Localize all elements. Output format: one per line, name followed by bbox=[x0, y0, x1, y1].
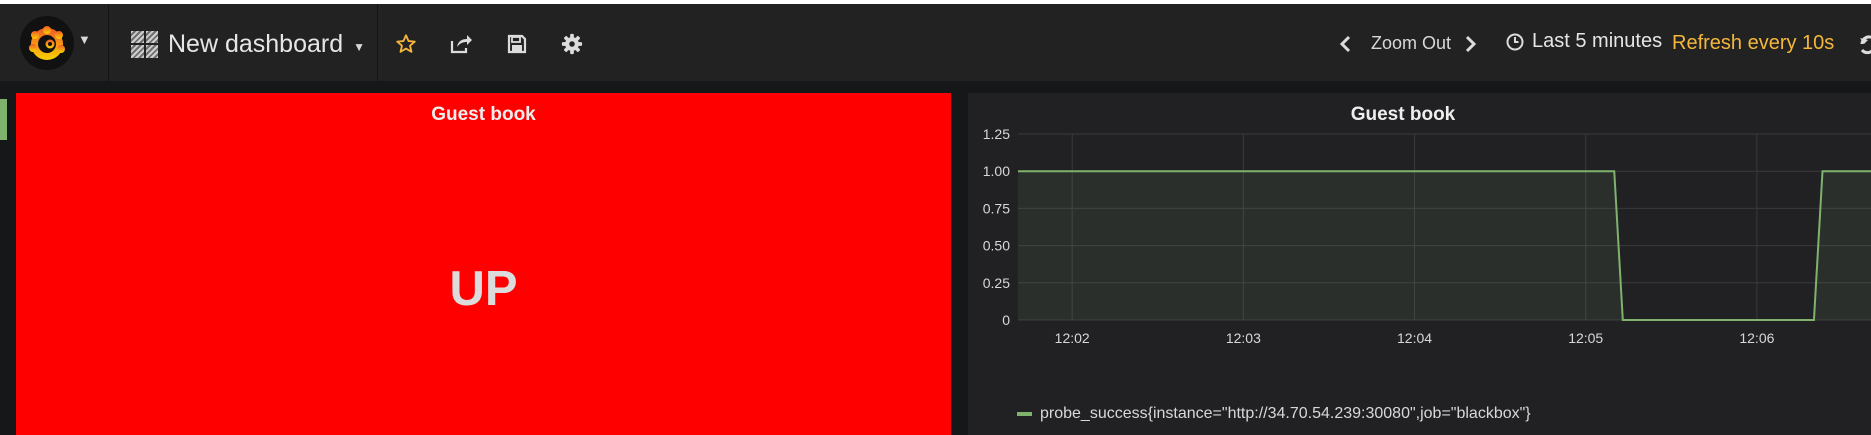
refresh-interval-label[interactable]: Refresh every 10s bbox=[1672, 32, 1834, 55]
top-navbar: ▼ New dashboard ▼ Zoom Out Last 5 minute… bbox=[0, 4, 1871, 81]
star-button[interactable] bbox=[392, 30, 420, 58]
chevron-right-icon bbox=[1465, 35, 1477, 53]
dashboard-content: Guest book UP Guest book 1.25 1.00 0.75 0.5… bbox=[0, 81, 1871, 435]
y-tick-label: 1.25 bbox=[983, 126, 1010, 142]
gear-icon bbox=[561, 33, 583, 55]
x-tick-label: 12:02 bbox=[1055, 330, 1090, 346]
stat-value: UP bbox=[449, 262, 518, 316]
dashboard-picker[interactable]: New dashboard ▼ bbox=[131, 26, 365, 62]
refresh-icon bbox=[1860, 35, 1871, 55]
row-indicator bbox=[0, 99, 7, 140]
time-range-label[interactable]: Last 5 minutes bbox=[1532, 30, 1662, 53]
x-tick-label: 12:05 bbox=[1568, 330, 1603, 346]
y-tick-label: 0 bbox=[1002, 312, 1010, 328]
panel-title[interactable]: Guest book bbox=[16, 104, 951, 126]
time-shift-back-button[interactable] bbox=[1334, 30, 1356, 58]
save-button[interactable] bbox=[503, 30, 531, 58]
star-icon bbox=[396, 34, 416, 53]
legend-series-label[interactable]: probe_success{instance="http://34.70.54.… bbox=[1040, 405, 1531, 423]
refresh-button[interactable] bbox=[1858, 30, 1871, 58]
settings-button[interactable] bbox=[558, 30, 586, 58]
time-range-picker[interactable]: Last 5 minutes bbox=[1506, 30, 1662, 53]
save-icon bbox=[507, 34, 527, 54]
zoom-out-button[interactable]: Zoom Out bbox=[1371, 33, 1451, 54]
graph-chart[interactable]: 1.25 1.00 0.75 0.50 0.25 0 12:02 12:03 12:04 12:0… bbox=[968, 93, 1871, 435]
navbar-divider bbox=[377, 4, 378, 81]
y-tick-label: 0.25 bbox=[983, 275, 1010, 291]
share-button[interactable] bbox=[447, 30, 475, 58]
time-shift-forward-button[interactable] bbox=[1460, 30, 1482, 58]
grafana-logo-icon[interactable] bbox=[20, 16, 74, 70]
caret-down-icon[interactable]: ▼ bbox=[353, 40, 365, 54]
dashboard-title[interactable]: New dashboard bbox=[168, 30, 343, 59]
y-tick-label: 0.50 bbox=[983, 238, 1010, 254]
chevron-left-icon bbox=[1339, 35, 1351, 53]
y-tick-label: 1.00 bbox=[983, 163, 1010, 179]
grafana-menu[interactable]: ▼ bbox=[0, 4, 108, 81]
share-icon bbox=[450, 35, 472, 54]
x-tick-label: 12:06 bbox=[1739, 330, 1774, 346]
graph-panel[interactable]: Guest book 1.25 1.00 0.75 0.50 0.25 0 12:02 12:… bbox=[968, 93, 1871, 435]
navbar-divider bbox=[108, 4, 109, 81]
legend-swatch bbox=[1017, 412, 1032, 416]
x-tick-label: 12:03 bbox=[1226, 330, 1261, 346]
clock-icon bbox=[1506, 33, 1524, 50]
singlestat-panel[interactable]: Guest book UP bbox=[16, 93, 951, 435]
y-tick-label: 0.75 bbox=[983, 200, 1010, 216]
dashboard-grid-icon bbox=[131, 30, 158, 58]
graph-legend[interactable]: probe_success{instance="http://34.70.54.… bbox=[1017, 405, 1531, 423]
x-tick-label: 12:04 bbox=[1397, 330, 1432, 346]
caret-down-icon[interactable]: ▼ bbox=[78, 32, 91, 47]
